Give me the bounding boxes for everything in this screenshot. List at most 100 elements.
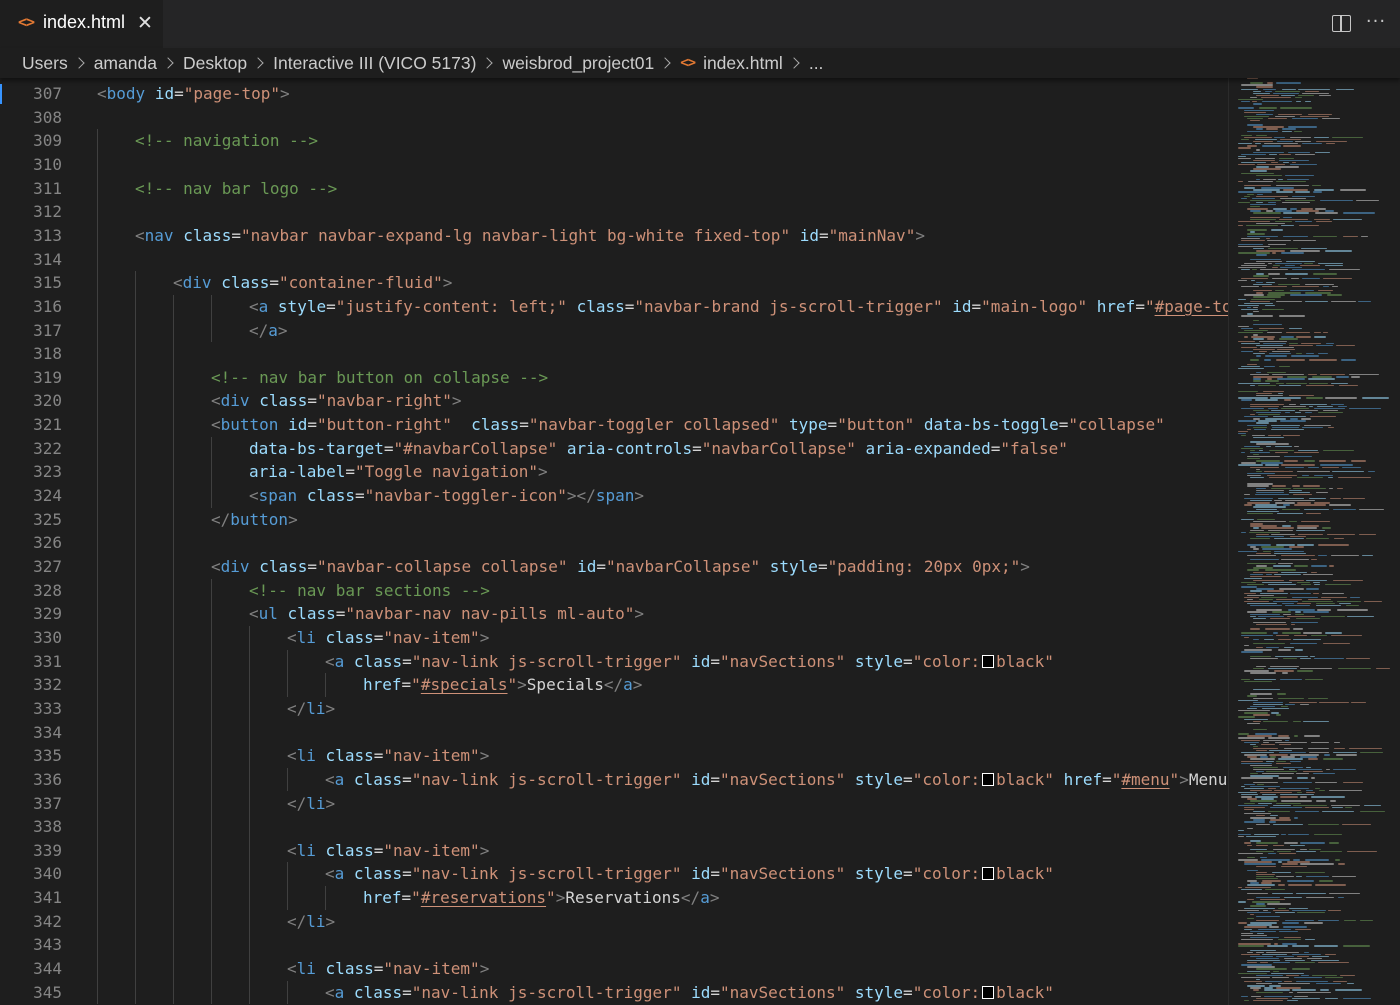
line-number[interactable]: 328 [0, 579, 62, 603]
code-line[interactable]: 345 <a class="nav-link js-scroll-trigger"… [0, 981, 1228, 1005]
line-number[interactable]: 307 [0, 82, 62, 106]
line-number[interactable]: 344 [0, 957, 62, 981]
line-number[interactable]: 312 [0, 200, 62, 224]
line-number[interactable]: 313 [0, 224, 62, 248]
color-swatch-icon[interactable] [982, 867, 995, 881]
line-number[interactable]: 320 [0, 389, 62, 413]
line-number[interactable]: 340 [0, 862, 62, 886]
code-line[interactable]: 321 <button id="button-right" class="navb… [0, 413, 1228, 437]
code-link[interactable]: #page-top [1155, 297, 1228, 316]
line-number[interactable]: 310 [0, 153, 62, 177]
tab-index-html[interactable]: <> index.html ✕ [0, 0, 163, 48]
code-line[interactable]: 343 [0, 933, 1228, 957]
line-number[interactable]: 341 [0, 886, 62, 910]
breadcrumb-item-file[interactable]: index.html [703, 53, 783, 74]
code-line[interactable]: 336 <a class="nav-link js-scroll-trigger"… [0, 768, 1228, 792]
line-number[interactable]: 342 [0, 910, 62, 934]
breadcrumb-item-desktop[interactable]: Desktop [183, 53, 247, 74]
code-line[interactable]: 322 data-bs-target="#navbarCollapse" aria… [0, 437, 1228, 461]
breadcrumb-item-project-folder[interactable]: weisbrod_project01 [502, 53, 654, 74]
line-number[interactable]: 332 [0, 673, 62, 697]
split-editor-icon[interactable] [1332, 15, 1351, 32]
line-number[interactable]: 324 [0, 484, 62, 508]
line-number[interactable]: 338 [0, 815, 62, 839]
code-line[interactable]: 340 <a class="nav-link js-scroll-trigger"… [0, 862, 1228, 886]
code-line[interactable]: 334 [0, 721, 1228, 745]
code-line[interactable]: 331 <a class="nav-link js-scroll-trigger"… [0, 650, 1228, 674]
line-number[interactable]: 329 [0, 602, 62, 626]
line-number[interactable]: 337 [0, 792, 62, 816]
breadcrumb-item-users[interactable]: Users [22, 53, 68, 74]
line-number[interactable]: 321 [0, 413, 62, 437]
line-number[interactable]: 309 [0, 129, 62, 153]
code-line[interactable]: 318 [0, 342, 1228, 366]
line-number[interactable]: 323 [0, 460, 62, 484]
code-link[interactable]: #specials [421, 675, 508, 694]
code-line[interactable]: 308 [0, 106, 1228, 130]
code-line[interactable]: 307 <body id="page-top"> [0, 82, 1228, 106]
code-line[interactable]: 314 [0, 248, 1228, 272]
close-icon[interactable]: ✕ [134, 11, 156, 35]
color-swatch-icon[interactable] [982, 654, 995, 668]
line-number[interactable]: 343 [0, 933, 62, 957]
code-line[interactable]: 333 </li> [0, 697, 1228, 721]
code-line[interactable]: 316 <a style="justify-content: left;" cla… [0, 295, 1228, 319]
editor-text-area[interactable]: 307 <body id="page-top"> 308 309 <!-- naviga… [0, 78, 1228, 1005]
line-number[interactable]: 308 [0, 106, 62, 130]
code-line[interactable]: 312 [0, 200, 1228, 224]
code-line[interactable]: 311 <!-- nav bar logo --> [0, 177, 1228, 201]
code-link[interactable]: #menu [1121, 770, 1169, 789]
code-line[interactable]: 315 <div class="container-fluid"> [0, 271, 1228, 295]
breadcrumb-item-interactive-iii[interactable]: Interactive III (VICO 5173) [273, 53, 476, 74]
more-actions-icon[interactable]: ··· [1364, 10, 1388, 34]
line-number[interactable]: 345 [0, 981, 62, 1005]
line-number[interactable]: 314 [0, 248, 62, 272]
line-number[interactable]: 334 [0, 721, 62, 745]
code-line[interactable]: 313 <nav class="navbar navbar-expand-lg n… [0, 224, 1228, 248]
code-line[interactable]: 337 </li> [0, 792, 1228, 816]
line-number[interactable]: 330 [0, 626, 62, 650]
code-line[interactable]: 335 <li class="nav-item"> [0, 744, 1228, 768]
breadcrumb-item-symbols[interactable]: ... [809, 53, 824, 74]
code-line[interactable]: 326 [0, 531, 1228, 555]
breadcrumb-item-amanda[interactable]: amanda [94, 53, 157, 74]
code-line[interactable]: 338 [0, 815, 1228, 839]
code-line[interactable]: 323 aria-label="Toggle navigation"> [0, 460, 1228, 484]
code-line[interactable]: 332 href="#specials">Specials</a> [0, 673, 1228, 697]
minimap-line [1289, 342, 1298, 344]
line-number[interactable]: 319 [0, 366, 62, 390]
code-line[interactable]: 328 <!-- nav bar sections --> [0, 579, 1228, 603]
code-line[interactable]: 325 </button> [0, 508, 1228, 532]
code-line[interactable]: 329 <ul class="navbar-nav nav-pills ml-au… [0, 602, 1228, 626]
code-line[interactable]: 330 <li class="nav-item"> [0, 626, 1228, 650]
color-swatch-icon[interactable] [982, 772, 995, 786]
minimap[interactable] [1228, 78, 1400, 1005]
code-line[interactable]: 309 <!-- navigation --> [0, 129, 1228, 153]
line-number[interactable]: 327 [0, 555, 62, 579]
line-number[interactable]: 325 [0, 508, 62, 532]
line-number[interactable]: 333 [0, 697, 62, 721]
line-number[interactable]: 311 [0, 177, 62, 201]
line-number[interactable]: 322 [0, 437, 62, 461]
code-line[interactable]: 342 </li> [0, 910, 1228, 934]
code-line[interactable]: 310 [0, 153, 1228, 177]
code-line[interactable]: 317 </a> [0, 319, 1228, 343]
line-number[interactable]: 339 [0, 839, 62, 863]
line-number[interactable]: 317 [0, 319, 62, 343]
color-swatch-icon[interactable] [982, 985, 995, 999]
code-line[interactable]: 320 <div class="navbar-right"> [0, 389, 1228, 413]
line-number[interactable]: 331 [0, 650, 62, 674]
code-line[interactable]: 344 <li class="nav-item"> [0, 957, 1228, 981]
line-number[interactable]: 315 [0, 271, 62, 295]
code-line[interactable]: 324 <span class="navbar-toggler-icon"></s… [0, 484, 1228, 508]
code-line[interactable]: 339 <li class="nav-item"> [0, 839, 1228, 863]
code-line[interactable]: 341 href="#reservations">Reservations</a> [0, 886, 1228, 910]
code-line[interactable]: 319 <!-- nav bar button on collapse --> [0, 366, 1228, 390]
line-number[interactable]: 335 [0, 744, 62, 768]
line-number[interactable]: 336 [0, 768, 62, 792]
line-number[interactable]: 316 [0, 295, 62, 319]
code-line[interactable]: 327 <div class="navbar-collapse collapse"… [0, 555, 1228, 579]
code-link[interactable]: #reservations [421, 888, 546, 907]
line-number[interactable]: 318 [0, 342, 62, 366]
line-number[interactable]: 326 [0, 531, 62, 555]
